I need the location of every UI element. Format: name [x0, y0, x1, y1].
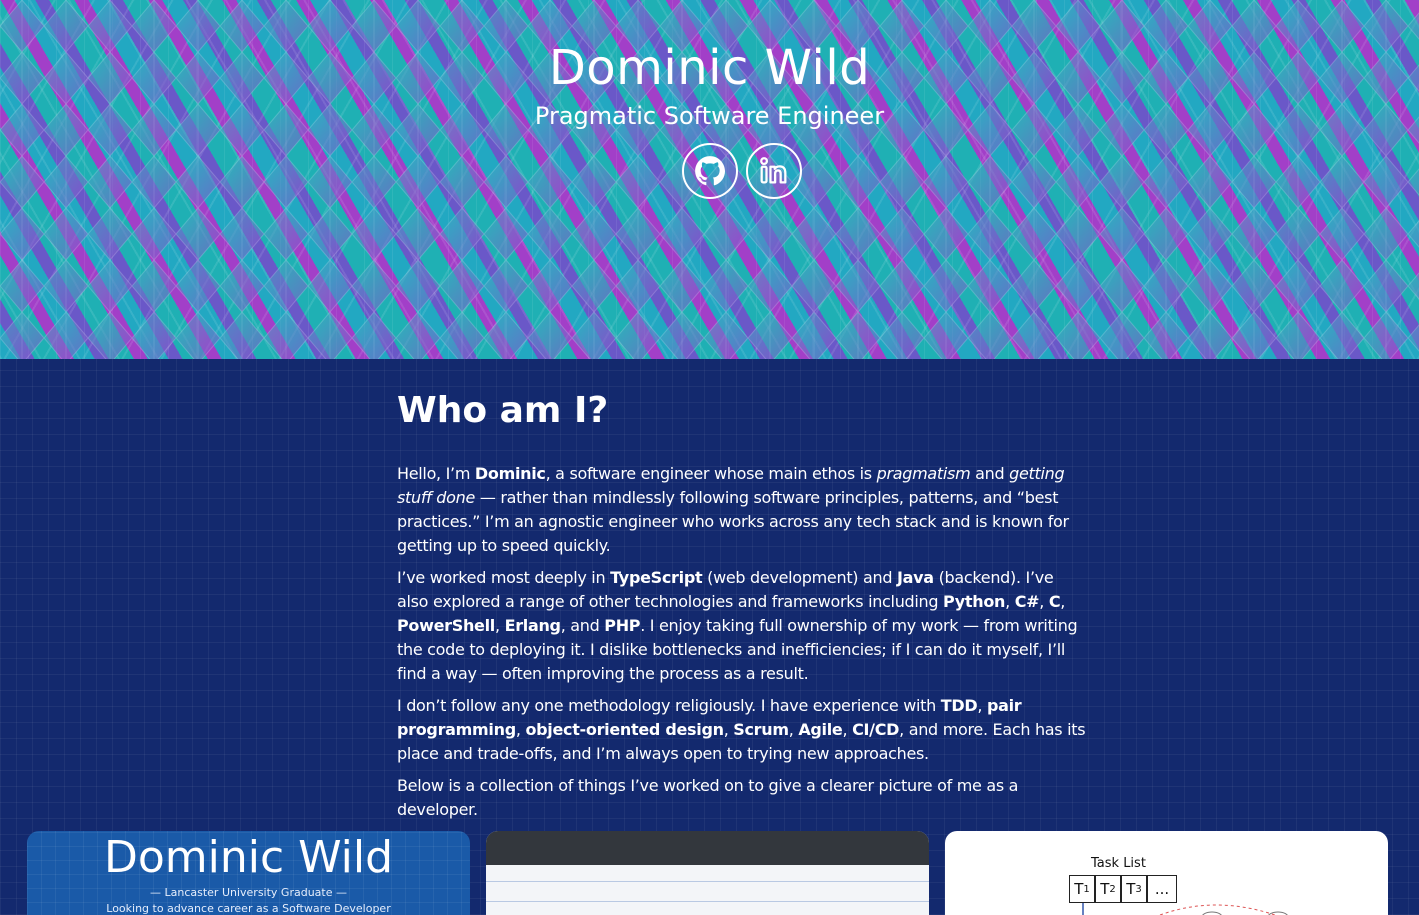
about-paragraph-outro: Below is a collection of things I’ve wor… — [397, 776, 1019, 819]
project-preview-divider — [486, 881, 929, 882]
project-card-scheduler[interactable]: Task List T1 T2 T3 ... — [945, 831, 1388, 915]
about-paragraph-intro: Hello, I’m Dominic, a software engineer … — [397, 464, 1069, 555]
about-paragraph-tech: I’ve worked most deeply in TypeScript (w… — [397, 568, 1078, 683]
about-section: Who am I? Hello, I’m Dominic, a software… — [397, 388, 1087, 830]
project-preview-header-bar — [486, 831, 929, 865]
linkedin-icon — [760, 157, 787, 184]
project-card-line-1: — Lancaster University Graduate — — [149, 886, 347, 899]
linkedin-link[interactable] — [746, 143, 802, 199]
site-title: Dominic Wild — [548, 40, 871, 96]
hero-banner: Dominic Wild Pragmatic Software Engineer — [0, 0, 1419, 359]
project-card-cv[interactable]: Dominic Wild — Lancaster University Grad… — [27, 831, 470, 915]
github-icon — [695, 156, 726, 186]
project-card-web-app[interactable] — [486, 831, 929, 915]
task-diagram-arrows — [1082, 903, 1288, 915]
site-tagline: Pragmatic Software Engineer — [534, 102, 885, 130]
about-paragraph-methodology: I don’t follow any one methodology relig… — [397, 696, 1086, 763]
project-preview-divider — [486, 901, 929, 902]
project-card-title: Dominic Wild — [103, 832, 394, 883]
github-link[interactable] — [682, 143, 738, 199]
project-card-line-2: Looking to advance career as a Software … — [106, 902, 391, 915]
about-heading: Who am I? — [397, 390, 609, 431]
